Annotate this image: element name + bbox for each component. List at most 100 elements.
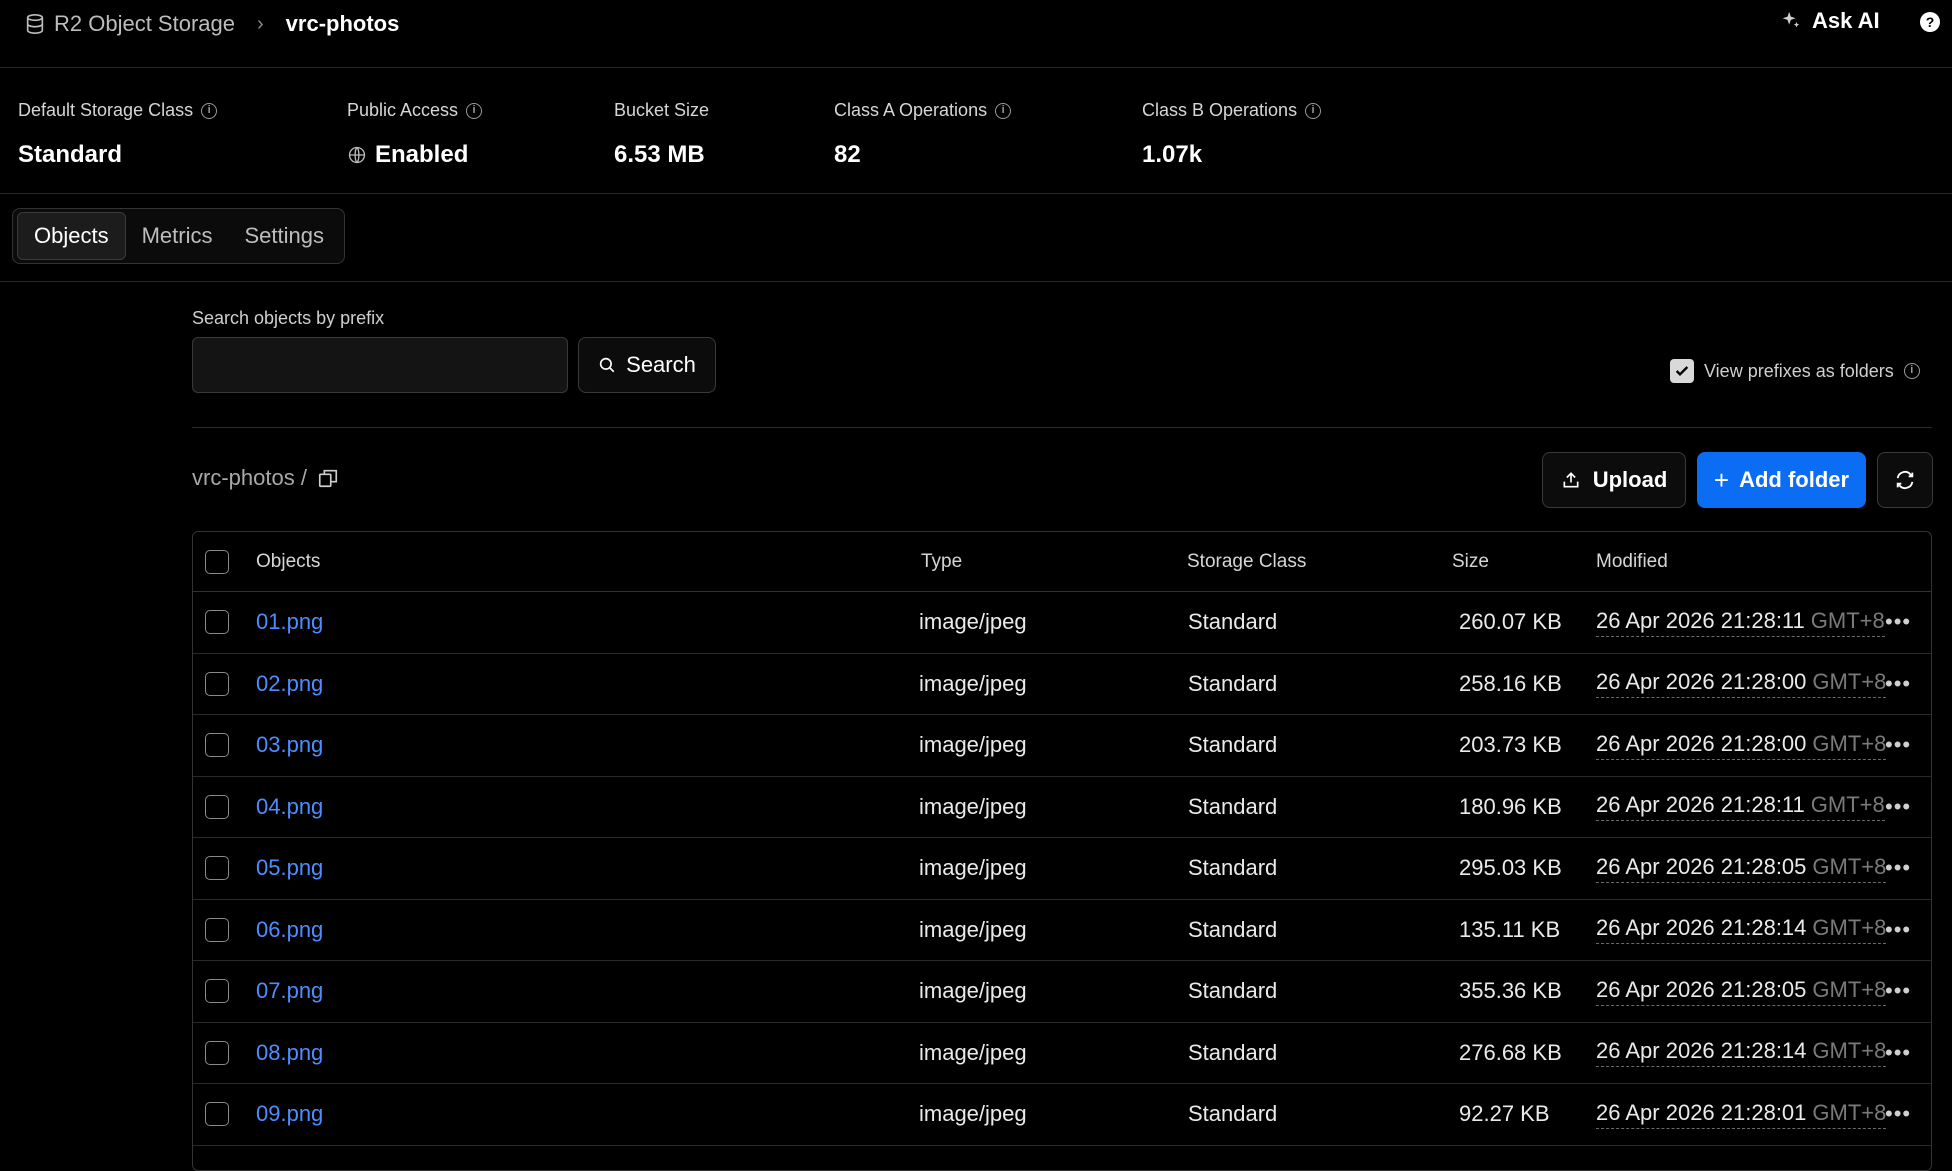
object-name-link[interactable]: 08.png [256,1040,323,1066]
object-name-link[interactable]: 09.png [256,1101,323,1127]
database-icon [26,14,44,34]
bucket-stats: Default Storage Class i Standard Public A… [0,68,1952,194]
info-icon[interactable]: i [466,102,483,119]
row-checkbox[interactable] [205,671,229,696]
object-storage-class: Standard [1188,1039,1278,1065]
info-icon[interactable]: i [201,102,218,119]
object-name-link[interactable]: 02.png [256,671,323,697]
row-checkbox[interactable] [205,856,229,881]
ask-ai-button[interactable]: Ask AI [1780,8,1880,34]
info-icon[interactable]: i [1305,102,1322,119]
object-storage-class: Standard [1188,609,1278,635]
tab-objects[interactable]: Objects [17,212,126,260]
breadcrumb-root-link[interactable]: R2 Object Storage [54,11,235,37]
object-type: image/jpeg [919,609,1027,635]
select-all-checkbox[interactable] [205,549,229,574]
modified-time: 26 Apr 2026 21:28:14 [1596,915,1807,941]
timezone: GMT+8 [1812,915,1887,941]
object-type: image/jpeg [919,732,1027,758]
table-row: 03.png image/jpeg Standard 203.73 KB 26 … [193,715,1931,777]
upload-button[interactable]: Upload [1542,452,1686,508]
object-size: 135.11 KB [1459,916,1561,942]
row-checkbox[interactable] [205,979,229,1004]
tab-metrics[interactable]: Metrics [126,212,229,260]
object-name-link[interactable]: 03.png [256,732,323,758]
search-button-label: Search [626,352,696,377]
object-storage-class: Standard [1188,793,1278,819]
row-checkbox[interactable] [205,610,229,635]
more-actions-icon[interactable]: ••• [1885,732,1911,758]
search-button[interactable]: Search [578,337,716,393]
tab-settings[interactable]: Settings [228,212,340,260]
object-name-link[interactable]: 05.png [256,855,323,881]
row-checkbox[interactable] [205,733,229,758]
upload-label: Upload [1592,467,1668,492]
modified-time: 26 Apr 2026 21:28:05 [1596,853,1807,879]
object-storage-class: Standard [1188,670,1278,696]
refresh-button[interactable] [1877,452,1933,508]
checkbox-checked-icon[interactable] [1670,359,1694,383]
tabs-bar: Objects Metrics Settings [0,194,1952,282]
row-checkbox[interactable] [205,917,229,942]
object-type: image/jpeg [919,670,1027,696]
search-input[interactable] [192,337,568,393]
more-actions-icon[interactable]: ••• [1885,855,1911,881]
stat-value: Standard [18,141,123,168]
row-checkbox[interactable] [205,794,229,819]
object-modified: 26 Apr 2026 21:28:11 GMT+8 [1596,792,1885,822]
object-size: 295.03 KB [1459,855,1562,881]
more-actions-icon[interactable]: ••• [1885,917,1911,943]
upload-icon [1563,472,1579,488]
row-checkbox[interactable] [205,1102,229,1127]
stat-label: Class A Operations [834,100,988,120]
table-row: 09.png image/jpeg Standard 92.27 KB 26 A… [193,1084,1931,1146]
more-actions-icon[interactable]: ••• [1885,794,1911,820]
object-name-link[interactable]: 04.png [256,794,323,820]
copy-icon[interactable] [317,467,339,489]
timezone: GMT+8 [1812,976,1887,1002]
help-icon[interactable]: ? [1920,12,1940,32]
object-storage-class: Standard [1188,978,1278,1004]
object-modified: 26 Apr 2026 21:28:14 GMT+8 [1596,1038,1887,1068]
more-actions-icon[interactable]: ••• [1885,978,1911,1004]
info-icon[interactable]: i [995,102,1012,119]
table-body: 01.png image/jpeg Standard 260.07 KB 26 … [193,592,1931,1146]
breadcrumb-current: vrc-photos [285,11,400,36]
timezone: GMT+8 [1812,853,1887,879]
object-name-link[interactable]: 06.png [256,917,323,943]
view-prefixes-toggle[interactable]: View prefixes as folders i [1670,359,1920,383]
timezone: GMT+8 [1812,730,1887,756]
top-bar: R2 Object Storage › vrc-photos Ask AI ? [0,0,1952,68]
plus-icon: + [1713,465,1730,495]
object-name-link[interactable]: 01.png [256,609,323,635]
object-name-link[interactable]: 07.png [256,978,323,1004]
stat-value: 1.07k [1142,141,1203,168]
modified-time: 26 Apr 2026 21:28:00 [1596,669,1807,695]
object-type: image/jpeg [919,978,1027,1004]
table-row: 06.png image/jpeg Standard 135.11 KB 26 … [193,900,1931,961]
stat-default-storage-class: Default Storage Class i Standard [18,100,218,169]
chevron-right-icon: › [256,12,264,35]
stat-bucket-size: Bucket Size 6.53 MB [614,100,709,169]
timezone: GMT+8 [1812,1038,1887,1064]
more-actions-icon[interactable]: ••• [1885,1101,1911,1127]
tab-list: Objects Metrics Settings [12,208,345,264]
modified-time: 26 Apr 2026 21:28:11 [1596,607,1805,633]
column-header-modified: Modified [1596,550,1668,572]
modified-time: 26 Apr 2026 21:28:00 [1596,730,1807,756]
more-actions-icon[interactable]: ••• [1885,1040,1911,1066]
row-checkbox[interactable] [205,1040,229,1065]
object-modified: 26 Apr 2026 21:28:01 GMT+8 [1596,1099,1887,1129]
more-actions-icon[interactable]: ••• [1885,609,1911,635]
add-folder-button[interactable]: + Add folder [1697,452,1866,508]
stat-label: Bucket Size [614,100,710,120]
stat-label: Public Access [347,100,459,120]
object-type: image/jpeg [919,916,1027,942]
object-type: image/jpeg [919,1039,1027,1065]
object-type: image/jpeg [919,793,1027,819]
add-folder-label: Add folder [1739,467,1850,492]
info-icon[interactable]: i [1903,363,1920,379]
more-actions-icon[interactable]: ••• [1885,671,1911,697]
timezone: GMT+8 [1812,1099,1887,1125]
column-header-objects: Objects [256,550,321,572]
